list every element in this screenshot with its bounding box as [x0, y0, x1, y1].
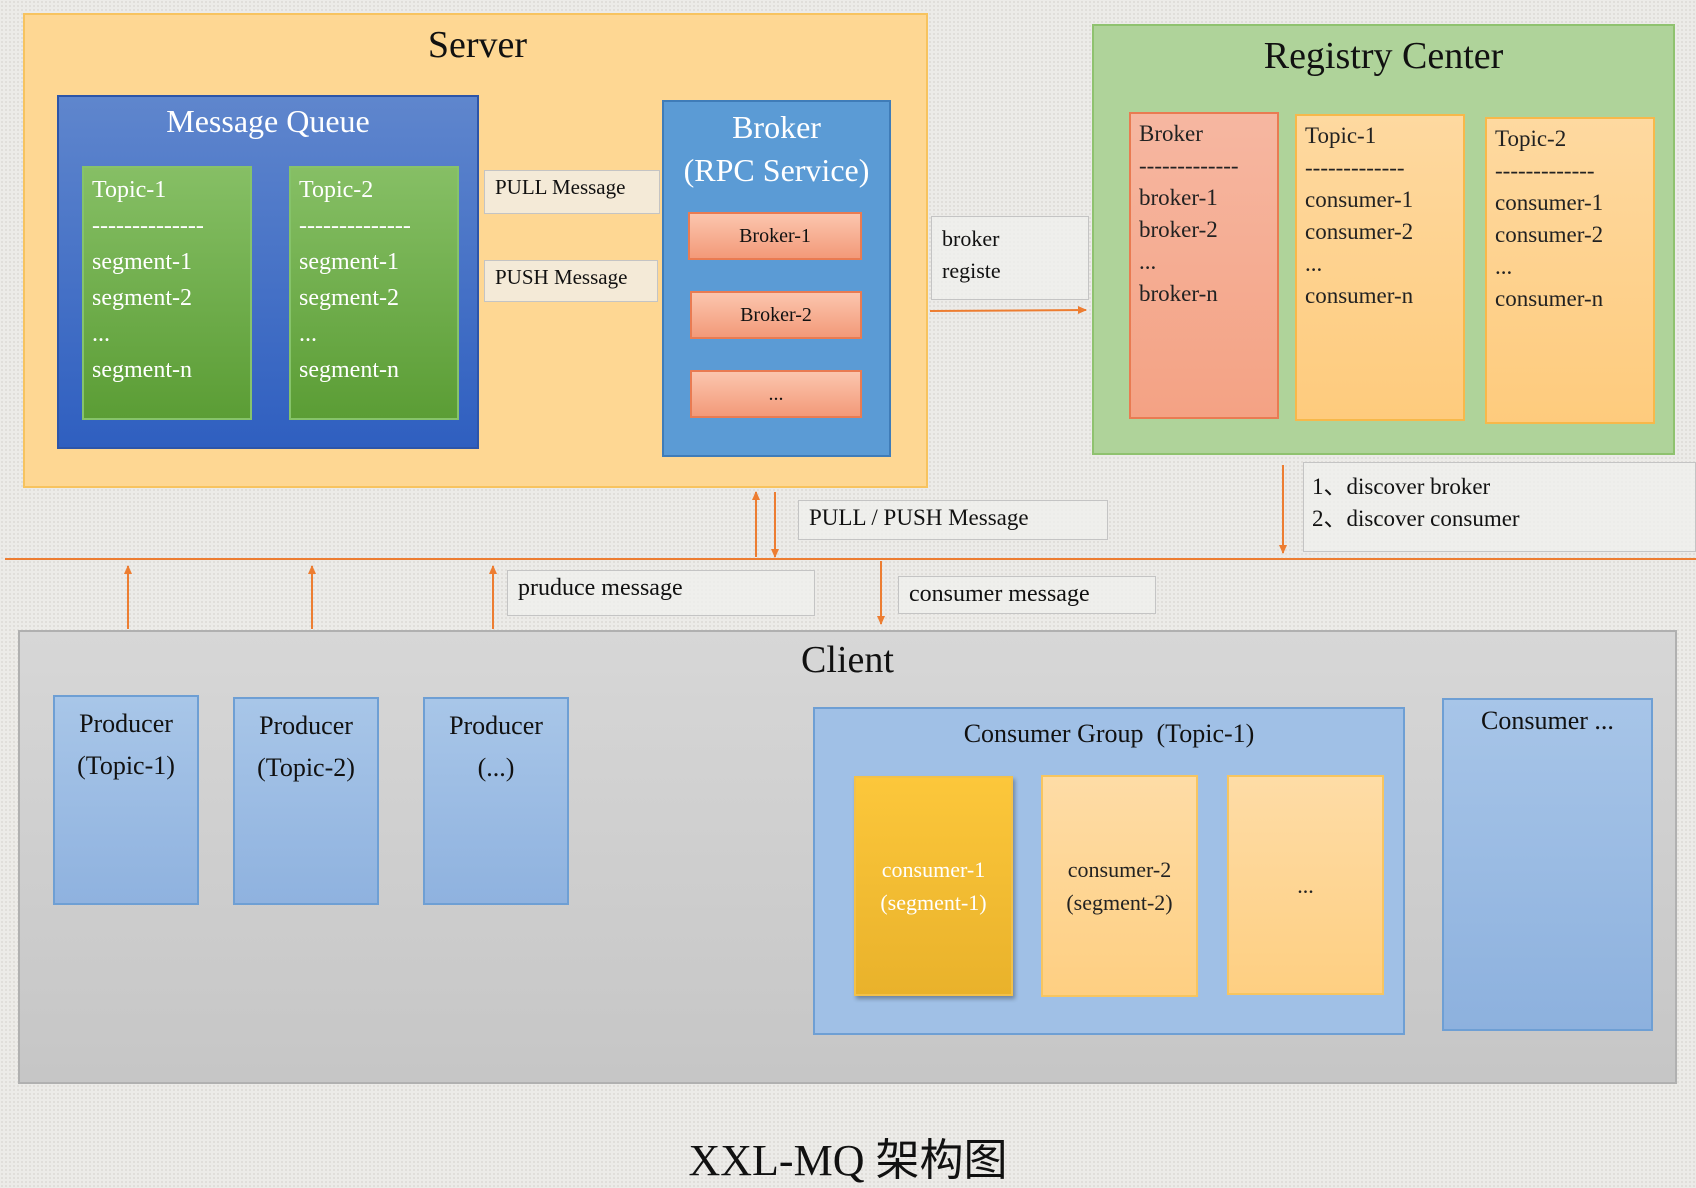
topic-divider: -------------- [299, 213, 411, 239]
consumer-entry: consumer-2 [1495, 222, 1604, 247]
segment-item: ... [92, 321, 110, 347]
registry-title: Registry Center [1263, 35, 1504, 77]
segment-item: segment-n [299, 357, 399, 383]
topic-name: Topic-2 [299, 177, 374, 203]
message-queue-panel: Message Queue Topic-1 -------------- seg… [57, 95, 479, 449]
consumer-group-title: Consumer Group (Topic-1) [963, 719, 1255, 748]
consumer-entry: consumer-n [1305, 283, 1414, 308]
consumer-segment: (segment-2) [1066, 890, 1173, 915]
broker-entry: broker-1 [1139, 185, 1218, 210]
col-divider: ------------- [1305, 155, 1405, 180]
registry-center-panel: Registry Center Broker ------------- bro… [1092, 24, 1675, 455]
producer-topic-1: Producer (Topic-1) [53, 695, 199, 905]
discover-label: 1、discover broker 2、discover consumer [1303, 462, 1696, 552]
producer-topic: (...) [477, 753, 515, 782]
registry-topic-1-list: Topic-1 ------------- consumer-1 consume… [1295, 114, 1465, 421]
col-divider: ------------- [1495, 158, 1595, 183]
server-title: Server [427, 24, 528, 66]
broker-entry: broker-2 [1139, 217, 1218, 242]
broker-item: Broker-2 [690, 291, 862, 339]
segment-item: segment-1 [299, 249, 399, 275]
broker-item: Broker-1 [688, 212, 862, 260]
consumer-more-card: ... [1227, 775, 1384, 995]
producer-label: Producer [259, 711, 353, 740]
pull-push-message-label: PULL / PUSH Message [798, 500, 1108, 540]
broker-title: Broker (RPC Service) [664, 106, 889, 192]
mq-topic-1: Topic-1 -------------- segment-1 segment… [82, 166, 252, 420]
col-title: Topic-1 [1305, 123, 1377, 148]
col-title: Topic-2 [1495, 126, 1567, 151]
consumer-entry: ... [1305, 251, 1323, 276]
pull-message-label: PULL Message [484, 170, 660, 214]
consumer-entry: ... [1495, 254, 1513, 279]
consumer-entry: consumer-2 [1305, 219, 1414, 244]
mq-topic-2: Topic-2 -------------- segment-1 segment… [289, 166, 459, 420]
broker-entry: broker-n [1139, 281, 1218, 306]
produce-message-label: pruduce message [507, 570, 815, 616]
consumer-2-card: consumer-2 (segment-2) [1041, 775, 1198, 997]
segment-item: segment-1 [92, 249, 192, 275]
broker-panel: Broker (RPC Service) Broker-1 Broker-2 .… [662, 100, 891, 457]
discover-line1: 1、discover broker [1312, 474, 1491, 499]
producer-more: Producer (...) [423, 697, 569, 905]
producer-topic: (Topic-1) [77, 751, 175, 780]
consumer-entry: consumer-n [1495, 286, 1604, 311]
registry-topic-2-list: Topic-2 ------------- consumer-1 consume… [1485, 117, 1655, 424]
discover-line2: 2、discover consumer [1312, 506, 1520, 531]
registry-broker-list: Broker ------------- broker-1 broker-2 .… [1129, 112, 1279, 419]
broker-registe-line1: broker [942, 226, 1000, 251]
segment-item: segment-n [92, 357, 192, 383]
consumer-1-card: consumer-1 (segment-1) [854, 776, 1013, 996]
producer-label: Producer [79, 709, 173, 738]
client-title: Client [801, 639, 894, 681]
diagram-caption: XXL-MQ 架构图 [688, 1136, 1008, 1185]
consume-message-label: consumer message [898, 576, 1156, 614]
consumer-entry: consumer-1 [1495, 190, 1604, 215]
producer-topic: (Topic-2) [257, 753, 355, 782]
broker-entry: ... [1139, 249, 1157, 274]
producer-topic-2: Producer (Topic-2) [233, 697, 379, 905]
registe-arrow [929, 306, 1087, 315]
producer-label: Producer [449, 711, 543, 740]
broker-title-line1: Broker [732, 109, 821, 145]
consumer-entry: consumer-1 [1305, 187, 1414, 212]
consumer-name: consumer-2 [1067, 857, 1172, 882]
consumer-more-label: Consumer ... [1481, 706, 1614, 735]
col-divider: ------------- [1139, 153, 1239, 178]
segment-item: segment-2 [92, 285, 192, 311]
consumer-name: consumer-1 [881, 857, 986, 882]
push-message-label: PUSH Message [484, 260, 658, 302]
topic-name: Topic-1 [92, 177, 167, 203]
message-queue-title: Message Queue [166, 103, 370, 139]
consumer-segment: (segment-1) [880, 890, 987, 915]
broker-title-line2: (RPC Service) [683, 152, 870, 188]
broker-item: ... [690, 370, 862, 418]
segment-item: segment-2 [299, 285, 399, 311]
topic-divider: -------------- [92, 213, 204, 239]
consumer-name: ... [1297, 872, 1314, 898]
broker-registe-line2: registe [942, 258, 1001, 283]
segment-item: ... [299, 321, 317, 347]
col-title: Broker [1139, 121, 1203, 146]
consumer-more-panel: Consumer ... [1442, 698, 1653, 1031]
broker-registe-label: broker registe [931, 216, 1089, 300]
